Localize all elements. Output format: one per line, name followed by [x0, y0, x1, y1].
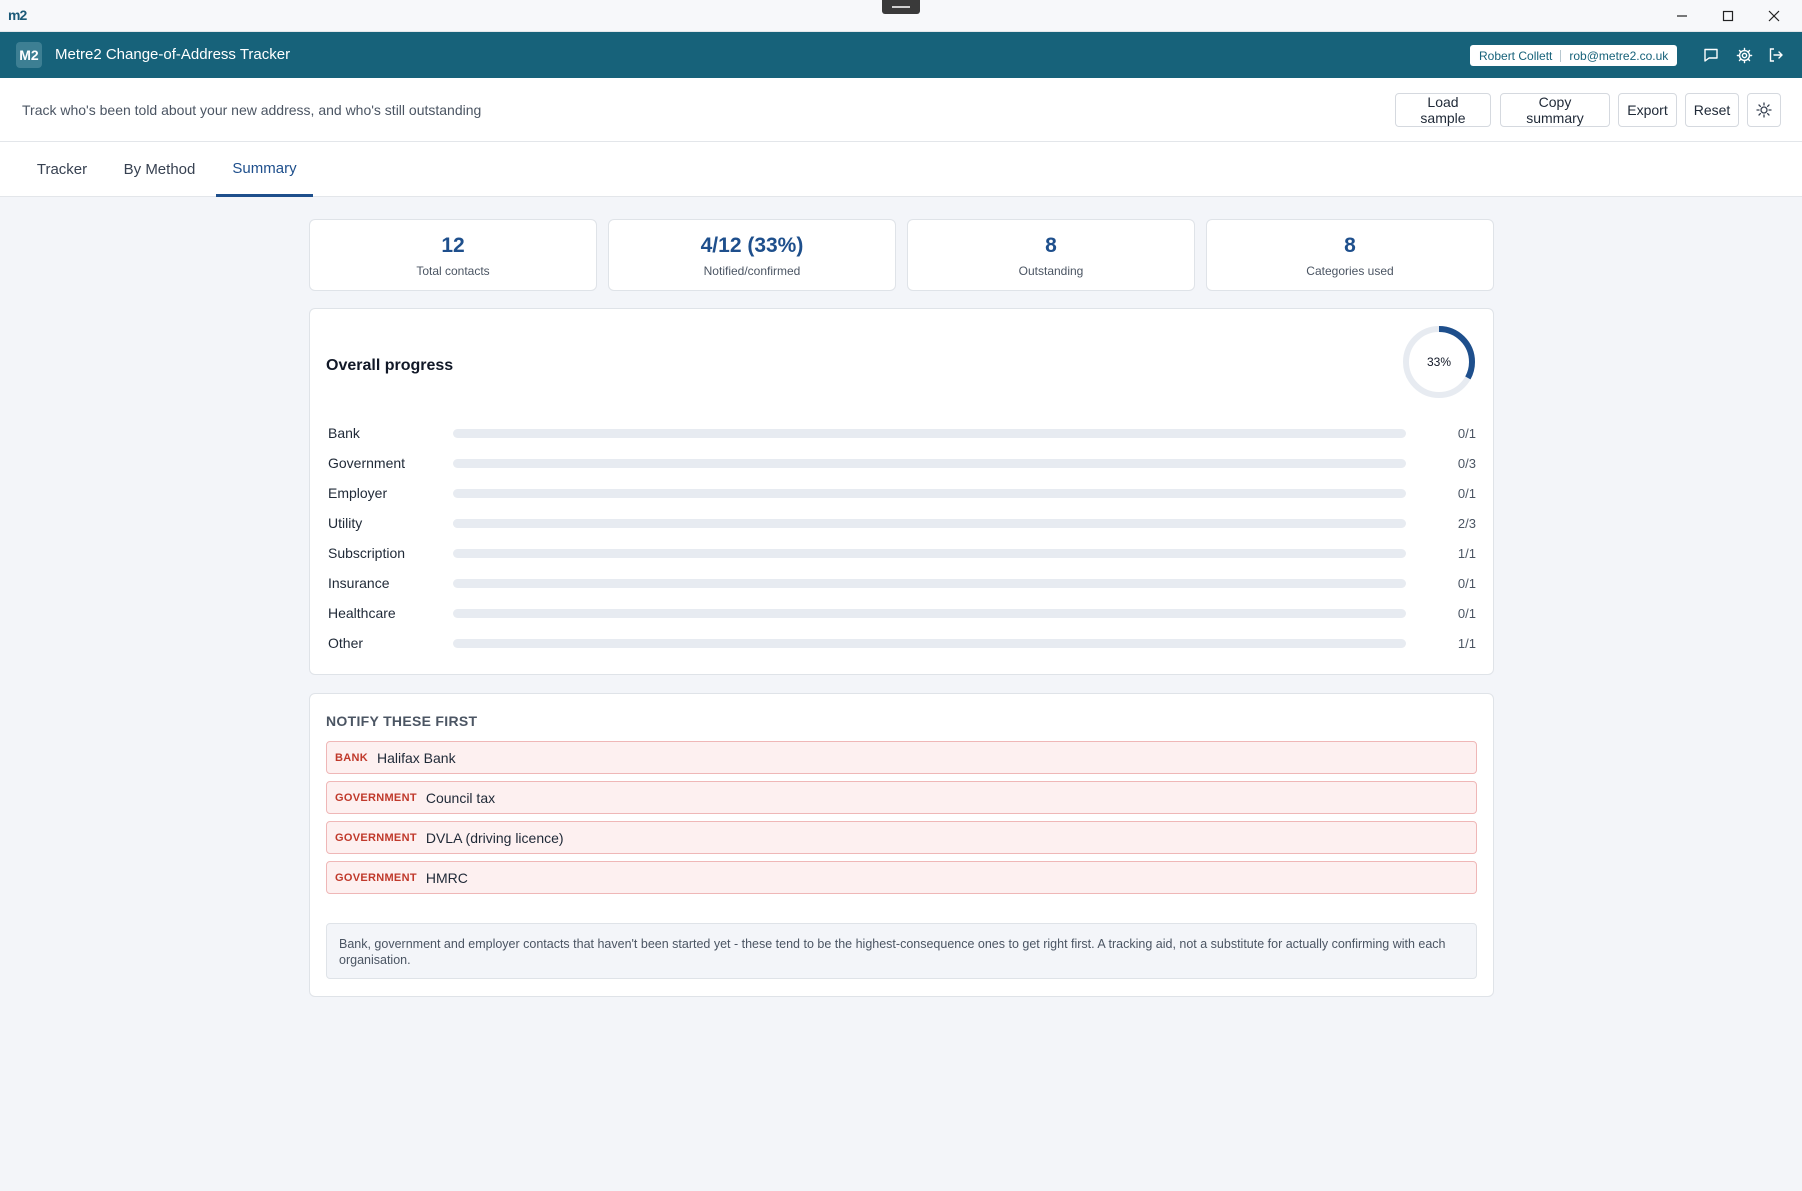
category-row: Insurance 0/1 — [328, 573, 1476, 593]
gear-icon — [1736, 47, 1752, 63]
stat-label: Categories used — [1306, 264, 1394, 278]
stat-value: 4/12 (33%) — [700, 234, 804, 257]
category-count: 1/1 — [1457, 546, 1476, 561]
category-count: 0/1 — [1457, 426, 1476, 441]
category-label: Government — [328, 455, 406, 471]
notify-item[interactable]: BANK Halifax Bank — [326, 741, 1477, 774]
stat-value: 8 — [1344, 234, 1356, 257]
category-label: Bank — [328, 425, 360, 441]
contact-name: Council tax — [425, 789, 496, 806]
load-sample-button[interactable]: Load sample — [1395, 93, 1491, 127]
sun-icon — [1756, 102, 1772, 118]
notify-first-card: NOTIFY THESE FIRST BANK Halifax Bank GOV… — [309, 693, 1494, 997]
category-count: 0/3 — [1457, 456, 1476, 471]
category-label: Healthcare — [328, 605, 396, 621]
copy-summary-button[interactable]: Copy summary — [1500, 93, 1610, 127]
view-tabs: Tracker By Method Summary — [0, 142, 1802, 197]
notify-title: NOTIFY THESE FIRST — [326, 713, 478, 729]
page-subtitle: Track who's been told about your new add… — [22, 102, 482, 118]
category-bar — [453, 579, 1406, 588]
category-tag: BANK — [335, 751, 368, 764]
export-button[interactable]: Export — [1618, 93, 1677, 127]
category-bar — [453, 549, 1406, 558]
stat-label: Total contacts — [416, 264, 490, 278]
snap-handle[interactable] — [882, 0, 920, 14]
tab-tracker[interactable]: Tracker — [22, 142, 102, 197]
stat-card-total-contacts: 12 Total contacts — [309, 219, 597, 291]
category-label: Subscription — [328, 545, 406, 561]
category-row: Utility 2/3 — [328, 513, 1476, 533]
category-bar-fill — [453, 639, 1406, 648]
category-row: Other 1/1 — [328, 633, 1476, 653]
close-icon — [1768, 10, 1780, 22]
overall-progress-card: Overall progress 33% Bank 0/1 Government… — [309, 308, 1494, 675]
stat-card-categories: 8 Categories used — [1206, 219, 1494, 291]
logout-icon — [1769, 48, 1783, 62]
contact-name: Halifax Bank — [376, 749, 456, 766]
stat-card-outstanding: 8 Outstanding — [907, 219, 1195, 291]
progress-title: Overall progress — [326, 357, 454, 374]
category-bar-fill — [453, 549, 1406, 558]
category-count: 0/1 — [1457, 486, 1476, 501]
user-account-pill[interactable]: Robert Collett rob@metre2.co.uk — [1470, 45, 1678, 66]
app-header: M2 Metre2 Change-of-Address Tracker Robe… — [0, 32, 1802, 78]
app-title: Metre2 Change-of-Address Tracker — [55, 46, 291, 63]
settings-button[interactable] — [1733, 44, 1755, 66]
tab-summary[interactable]: Summary — [216, 142, 313, 197]
notify-item[interactable]: GOVERNMENT DVLA (driving licence) — [326, 821, 1477, 854]
notify-note: Bank, government and employer contacts t… — [326, 923, 1477, 979]
category-label: Other — [328, 635, 364, 651]
stat-card-notified: 4/12 (33%) Notified/confirmed — [608, 219, 896, 291]
logout-button[interactable] — [1765, 44, 1787, 66]
category-count: 2/3 — [1457, 516, 1476, 531]
category-count: 1/1 — [1457, 636, 1476, 651]
reset-button[interactable]: Reset — [1685, 93, 1739, 127]
user-pill-divider — [1560, 49, 1562, 62]
chat-icon — [1704, 48, 1718, 62]
category-row: Employer 0/1 — [328, 483, 1476, 503]
stat-label: Outstanding — [1018, 264, 1084, 278]
contact-name: DVLA (driving licence) — [425, 829, 564, 846]
user-name: Robert Collett — [1479, 48, 1553, 63]
os-title-bar: m2 — [0, 0, 1802, 32]
category-bar — [453, 489, 1406, 498]
category-bar — [453, 519, 1406, 528]
stat-value: 12 — [441, 234, 465, 257]
contact-name: HMRC — [425, 869, 468, 886]
app-logo: M2 — [16, 42, 42, 68]
category-tag: GOVERNMENT — [335, 791, 417, 804]
category-row: Bank 0/1 — [328, 423, 1476, 443]
category-label: Insurance — [328, 575, 390, 591]
category-bar — [453, 429, 1406, 438]
category-row: Subscription 1/1 — [328, 543, 1476, 563]
category-bar-fill — [453, 519, 1089, 528]
category-row: Healthcare 0/1 — [328, 603, 1476, 623]
maximize-icon — [1722, 10, 1734, 22]
progress-percent: 33% — [1426, 355, 1452, 369]
tab-by-method[interactable]: By Method — [113, 142, 206, 197]
minimize-icon — [1677, 15, 1687, 17]
category-count: 0/1 — [1457, 576, 1476, 591]
stat-label: Notified/confirmed — [703, 264, 801, 278]
category-tag: GOVERNMENT — [335, 871, 417, 884]
category-bar — [453, 459, 1406, 468]
user-email: rob@metre2.co.uk — [1569, 48, 1669, 63]
theme-toggle-button[interactable] — [1747, 93, 1781, 127]
toolbar: Track who's been told about your new add… — [0, 78, 1802, 142]
close-button[interactable] — [1751, 0, 1797, 32]
app-os-logo: m2 — [8, 7, 27, 23]
category-bar — [453, 609, 1406, 618]
category-tag: GOVERNMENT — [335, 831, 417, 844]
notify-item[interactable]: GOVERNMENT Council tax — [326, 781, 1477, 814]
maximize-button[interactable] — [1705, 0, 1751, 32]
notify-item[interactable]: GOVERNMENT HMRC — [326, 861, 1477, 894]
category-count: 0/1 — [1457, 606, 1476, 621]
category-row: Government 0/3 — [328, 453, 1476, 473]
category-label: Employer — [328, 485, 388, 501]
feedback-button[interactable] — [1700, 44, 1722, 66]
category-bar — [453, 639, 1406, 648]
category-label: Utility — [328, 515, 363, 531]
minimize-button[interactable] — [1659, 0, 1705, 32]
stat-value: 8 — [1045, 234, 1057, 257]
